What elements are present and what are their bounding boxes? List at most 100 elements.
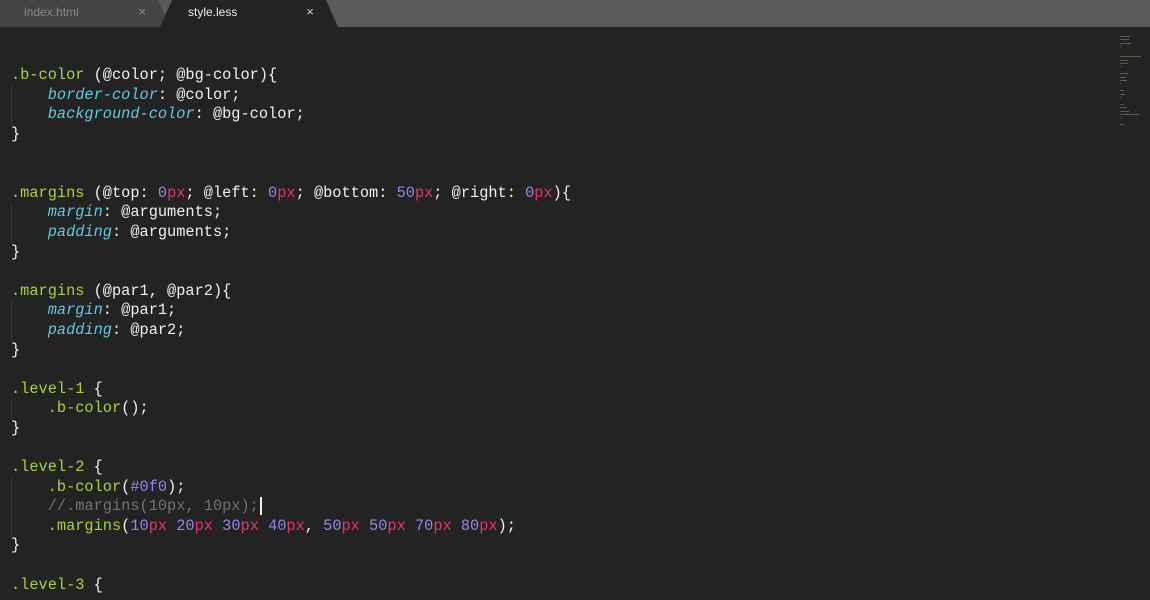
code-token-prop: padding	[47, 222, 112, 241]
code-token-num: 10	[130, 516, 149, 535]
code-token-txt: ();	[121, 399, 149, 418]
code-line: .level-1 {	[11, 380, 1126, 400]
code-token-txt: ,	[304, 516, 324, 535]
code-token-txt: ; @right:	[433, 183, 526, 202]
code-line: padding: @par2;	[11, 321, 1126, 341]
minimap-line	[1120, 63, 1129, 64]
indent-guide	[11, 203, 12, 243]
code-line: .b-color (@color; @bg-color){	[11, 66, 1126, 86]
code-token-unit: px	[534, 183, 553, 202]
code-token-txt: : @par1;	[102, 301, 177, 320]
code-token-unit: px	[194, 516, 213, 535]
code-token-num: 80	[460, 516, 480, 535]
minimap-line	[1120, 73, 1129, 75]
code-token-unit: px	[148, 516, 168, 535]
minimap-line	[1120, 76, 1127, 78]
code-line: border-color: @color;	[11, 86, 1126, 106]
code-token-txt: : @bg-color;	[194, 105, 305, 124]
code-token-txt: }	[11, 242, 21, 261]
minimap-line	[1120, 107, 1127, 109]
minimap-line	[1120, 35, 1131, 37]
code-line: padding: @arguments;	[11, 223, 1126, 243]
code-token-txt: {	[84, 575, 103, 594]
code-token-unit: px	[167, 183, 186, 202]
code-token-sel: .b-color	[47, 399, 122, 418]
code-token-unit: px	[240, 516, 259, 535]
code-token-txt: (	[121, 516, 131, 535]
code-area[interactable]: .b-color (@color; @bg-color){ border-col…	[11, 27, 1126, 595]
minimap-line	[1120, 56, 1142, 58]
code-token-unit: px	[433, 516, 452, 535]
indent-guide	[11, 477, 12, 537]
code-line: }	[11, 125, 1126, 145]
code-token-sel: .margins	[47, 516, 122, 535]
code-token-txt: );	[167, 477, 186, 496]
code-token-txt: (@color; @bg-color){	[84, 66, 278, 85]
code-token-txt: ){	[552, 183, 571, 202]
code-token-txt: ; @bottom:	[295, 183, 397, 202]
code-token-num: 50	[369, 516, 388, 535]
code-line: }	[11, 243, 1126, 263]
minimap-line	[1120, 59, 1129, 61]
minimap-line	[1120, 93, 1126, 95]
code-line: }	[11, 536, 1126, 556]
code-line: margin: @par1;	[11, 301, 1126, 321]
code-token-num: 0	[157, 183, 168, 202]
code-line: //.margins(10px, 10px);	[11, 497, 1126, 517]
code-line: }	[11, 341, 1126, 361]
code-token-sel: .level-2	[11, 458, 85, 477]
minimap[interactable]	[1118, 27, 1150, 137]
code-token-unit: px	[277, 183, 296, 202]
close-icon[interactable]: ×	[306, 0, 314, 24]
code-token-sel: .b-color	[11, 66, 85, 85]
code-token-txt: : @color;	[157, 85, 241, 104]
code-token-txt: {	[84, 379, 103, 398]
text-cursor	[259, 497, 262, 516]
code-token-txt: (@top:	[84, 183, 158, 202]
code-token-txt: }	[11, 340, 21, 359]
minimap-line	[1120, 110, 1130, 112]
code-token-txt: );	[497, 516, 516, 535]
indent-guide	[11, 85, 12, 125]
code-token-txt: }	[11, 124, 21, 143]
tab-index-html[interactable]: index.html ×	[0, 0, 170, 27]
code-token-sel: .level-1	[11, 379, 85, 398]
code-token-txt: }	[11, 418, 21, 437]
minimap-line	[1120, 39, 1129, 41]
code-token-txt: (@par1, @par2){	[84, 281, 232, 300]
tab-bar: index.html × style.less ×	[0, 0, 1150, 27]
close-icon[interactable]: ×	[138, 0, 146, 24]
code-line: }	[11, 419, 1126, 439]
code-token-txt: (	[121, 477, 131, 496]
minimap-line	[1120, 103, 1124, 105]
code-token-unit: px	[387, 516, 406, 535]
code-token-prop: border-color	[47, 85, 158, 104]
code-line: .b-color();	[11, 399, 1126, 419]
code-editor[interactable]: .b-color (@color; @bg-color){ border-col…	[0, 27, 1115, 595]
code-token-com: //.margins(10px, 10px);	[47, 497, 259, 516]
code-line: margin: @arguments;	[11, 203, 1126, 223]
code-token-num: 70	[414, 516, 434, 535]
minimap-line	[1120, 90, 1124, 92]
tab-label: style.less	[188, 5, 238, 19]
tab-style-less[interactable]: style.less ×	[160, 0, 338, 27]
code-line: .margins(10px 20px 30px 40px, 50px 50px …	[11, 517, 1126, 537]
